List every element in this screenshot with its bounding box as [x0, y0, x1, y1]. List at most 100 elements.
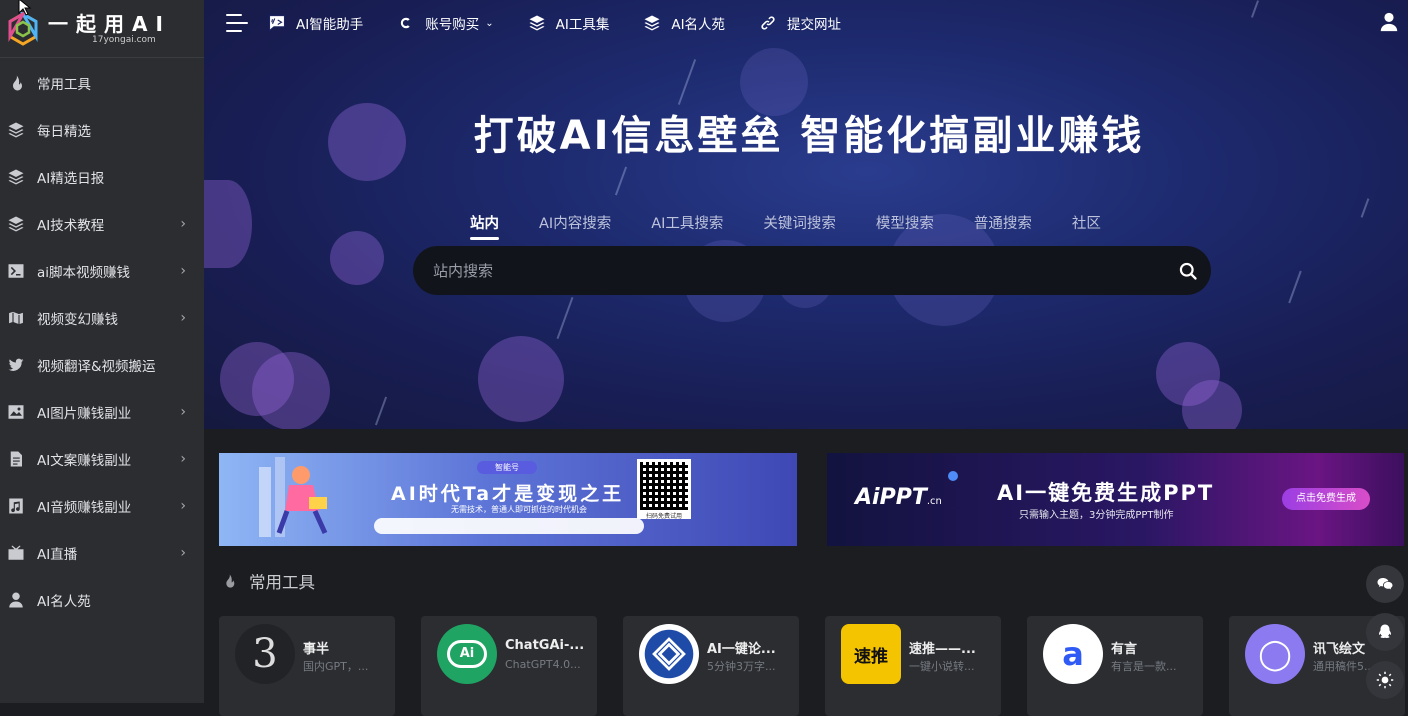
logo-domain: 17yongai.com	[92, 34, 156, 45]
search-icon	[1179, 262, 1197, 280]
decor-streak	[614, 166, 628, 196]
sidebar-item-common-tools[interactable]: 常用工具	[0, 59, 204, 106]
chevron-right-icon: ›	[180, 215, 186, 232]
tool-logo: ◯	[1245, 624, 1305, 684]
ad-banner-smart-account[interactable]: 智能号 AI时代Ta才是变现之王 无需技术，普通人即可抓住的时代机会 扫码免费试…	[219, 453, 797, 546]
sidebar: 一起用AI 17yongai.com 常用工具 每日精选 AI精选日报 AI技术…	[0, 0, 204, 703]
chevron-right-icon: ›	[180, 450, 186, 467]
tab-keyword[interactable]: 关键词搜索	[763, 212, 836, 240]
sidebar-item-ai-script-video[interactable]: ai脚本视频赚钱 ›	[0, 247, 204, 294]
sidebar-item-label: ai脚本视频赚钱	[37, 264, 131, 281]
user-account-icon[interactable]	[1378, 11, 1400, 33]
c-logo-icon	[401, 17, 410, 29]
logo-hexagon-icon	[8, 11, 38, 46]
tool-name: 速推——...	[909, 642, 976, 657]
fire-icon	[6, 73, 26, 93]
wechat-button[interactable]	[1366, 565, 1404, 603]
search-input[interactable]	[413, 246, 1165, 295]
tool-name: AI一键论...	[707, 642, 776, 657]
tab-ai-tools[interactable]: AI工具搜索	[651, 212, 723, 240]
nav-ai-tools[interactable]: AI工具集	[528, 13, 610, 33]
logo-name: 一起用AI	[48, 11, 171, 36]
sidebar-item-label: 视频翻译&视频搬运	[37, 358, 156, 375]
illustration-figure	[259, 457, 328, 537]
search-tabs: 站内 AI内容搜索 AI工具搜索 关键词搜索 模型搜索 普通搜索 社区	[470, 212, 1141, 240]
search-button[interactable]	[1165, 246, 1211, 295]
qr-code-image: 扫码免费试用	[637, 459, 691, 520]
nav-ai-celebrities[interactable]: AI名人苑	[643, 13, 725, 33]
banner-title: AI时代Ta才是变现之王	[391, 483, 625, 505]
sidebar-item-label: AI直播	[37, 546, 78, 563]
ad-banner-aippt[interactable]: AiPPT.cn AI一键免费生成PPT 只需输入主题，3分钟完成PPT制作 点…	[827, 453, 1404, 546]
nav-ai-tools-label: AI工具集	[555, 17, 610, 33]
decor-bubble	[478, 336, 564, 422]
sidebar-item-ai-live[interactable]: AI直播 ›	[0, 529, 204, 576]
chevron-down-icon: ⌄	[485, 17, 494, 29]
generate-free-button[interactable]: 点击免费生成	[1282, 488, 1370, 510]
fire-icon	[226, 574, 235, 588]
sidebar-item-label: AI图片赚钱副业	[37, 405, 132, 422]
decor-dot	[948, 471, 958, 481]
tab-model[interactable]: 模型搜索	[876, 212, 934, 240]
menu-toggle-icon[interactable]	[226, 14, 248, 32]
section-title: 常用工具	[249, 573, 315, 592]
tool-card[interactable]: Ai ChatGAi-... ChatGPT4.0...	[421, 616, 597, 716]
tool-name: ChatGAi-...	[505, 638, 585, 653]
tool-logo: Ai	[437, 624, 497, 684]
qq-icon	[1379, 624, 1391, 638]
tab-general[interactable]: 普通搜索	[974, 212, 1032, 240]
tool-logo: 3	[235, 624, 295, 684]
tab-site[interactable]: 站内	[470, 212, 499, 240]
chevron-right-icon: ›	[180, 262, 186, 279]
link-icon	[761, 16, 775, 30]
decor-bubble	[1182, 380, 1242, 429]
sidebar-item-ai-audio[interactable]: AI音频赚钱副业 ›	[0, 482, 204, 529]
search-box	[413, 246, 1211, 295]
decor-streak	[556, 296, 574, 340]
qq-button[interactable]	[1366, 613, 1404, 651]
sidebar-item-video-transform[interactable]: 视频变幻赚钱 ›	[0, 294, 204, 341]
tool-card-list: 3 事半 国内GPT，... Ai ChatGAi-... ChatGPT4.0…	[219, 616, 1408, 716]
layers-icon	[6, 120, 26, 140]
nav-ai-assistant-label: AI智能助手	[296, 17, 364, 33]
theme-toggle-button[interactable]	[1366, 661, 1404, 699]
sidebar-item-daily-picks[interactable]: 每日精选	[0, 106, 204, 153]
sidebar-item-ai-daily[interactable]: AI精选日报	[0, 153, 204, 200]
decor-streak	[374, 396, 388, 426]
decor-bubble	[252, 352, 330, 429]
nav-ai-celebrities-label: AI名人苑	[671, 17, 726, 33]
tool-card[interactable]: AI一键论... 5分钟3万字...	[623, 616, 799, 716]
sidebar-item-ai-celebrities[interactable]: AI名人苑	[0, 576, 204, 623]
sidebar-item-ai-copywriting[interactable]: AI文案赚钱副业 ›	[0, 435, 204, 482]
sidebar-item-label: AI精选日报	[37, 170, 105, 187]
tab-community[interactable]: 社区	[1072, 212, 1101, 240]
layers-icon	[644, 15, 660, 31]
mouse-cursor-icon	[18, 0, 32, 16]
tool-name: 有言	[1111, 642, 1138, 657]
sidebar-item-video-translate[interactable]: 视频翻译&视频搬运	[0, 341, 204, 388]
nav-submit-url[interactable]: 提交网址	[759, 13, 841, 33]
tool-card[interactable]: a 有言 有言是一款...	[1027, 616, 1203, 716]
chevron-right-icon: ›	[180, 403, 186, 420]
layers-icon	[6, 167, 26, 187]
nav-account-buy-label: 账号购买	[425, 17, 480, 33]
banner-feature-strip	[374, 518, 644, 534]
qr-caption: 扫码免费试用	[645, 513, 682, 520]
sidebar-item-label: AI名人苑	[37, 593, 91, 610]
nav-ai-assistant[interactable]: AI智能助手	[268, 13, 363, 33]
chevron-right-icon: ›	[180, 497, 186, 514]
sidebar-item-label: 视频变幻赚钱	[37, 311, 118, 328]
sidebar-item-label: 常用工具	[37, 76, 91, 93]
tool-card[interactable]: 3 事半 国内GPT，...	[219, 616, 395, 716]
nav-account-buy[interactable]: 账号购买 ⌄	[397, 13, 494, 33]
tool-card[interactable]: 速推 速推——... 一键小说转...	[825, 616, 1001, 716]
sidebar-item-ai-image[interactable]: AI图片赚钱副业 ›	[0, 388, 204, 435]
sidebar-item-ai-tutorials[interactable]: AI技术教程 ›	[0, 200, 204, 247]
sidebar-item-label: AI音频赚钱副业	[37, 499, 132, 516]
hero-title: 打破AI信息壁垒 智能化搞副业赚钱	[473, 113, 1145, 159]
chevron-right-icon: ›	[180, 309, 186, 326]
layers-icon	[529, 15, 545, 31]
aippt-logo: AiPPT.cn	[855, 485, 942, 510]
tab-ai-content[interactable]: AI内容搜索	[539, 212, 611, 240]
tool-logo: a	[1043, 624, 1103, 684]
